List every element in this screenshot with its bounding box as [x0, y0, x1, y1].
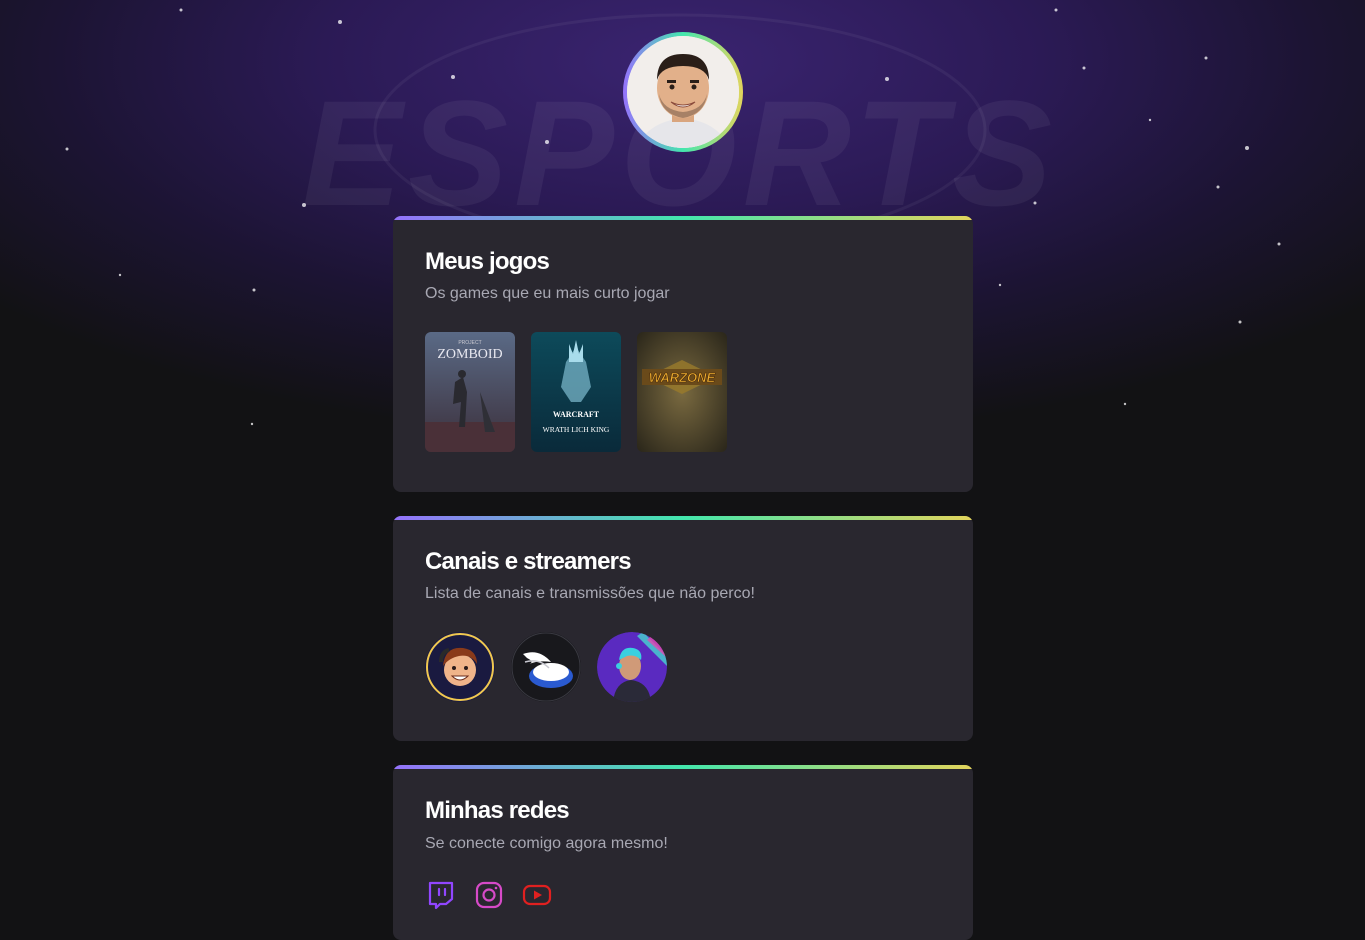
- game-cover-zomboid[interactable]: ZOMBOID PROJECT: [425, 332, 515, 452]
- game-cover-warzone[interactable]: WARZONE: [637, 332, 727, 452]
- streamers-card: Canais e streamers Lista de canais e tra…: [393, 516, 973, 741]
- streamer-avatar-3[interactable]: [597, 632, 667, 702]
- social-card: Minhas redes Se conecte comigo agora mes…: [393, 765, 973, 940]
- svg-text:PROJECT: PROJECT: [458, 340, 481, 346]
- avatar-ring: [623, 32, 743, 152]
- avatar: [627, 36, 739, 148]
- games-subtitle: Os games que eu mais curto jogar: [425, 285, 670, 302]
- game-cover-wotlk[interactable]: WARCRAFT WRATH LICH KING: [531, 332, 621, 452]
- svg-text:ZOMBOID: ZOMBOID: [437, 347, 502, 362]
- games-card: Meus jogos Os games que eu mais curto jo…: [393, 216, 973, 492]
- streamers-title: Canais e streamers: [425, 548, 632, 575]
- svg-text:WRATH LICH KING: WRATH LICH KING: [543, 425, 610, 434]
- games-title: Meus jogos: [425, 248, 550, 275]
- streamer-avatar-1[interactable]: [425, 632, 495, 702]
- social-subtitle: Se conecte comigo agora mesmo!: [425, 835, 668, 852]
- social-title: Minhas redes: [425, 797, 570, 824]
- svg-text:WARCRAFT: WARCRAFT: [553, 410, 600, 419]
- svg-text:WARZONE: WARZONE: [649, 370, 716, 385]
- streamer-avatar-2[interactable]: [511, 632, 581, 702]
- youtube-icon[interactable]: [521, 879, 553, 911]
- instagram-icon[interactable]: [473, 879, 505, 911]
- twitch-icon[interactable]: [425, 879, 457, 911]
- streamers-subtitle: Lista de canais e transmissões que não p…: [425, 585, 755, 602]
